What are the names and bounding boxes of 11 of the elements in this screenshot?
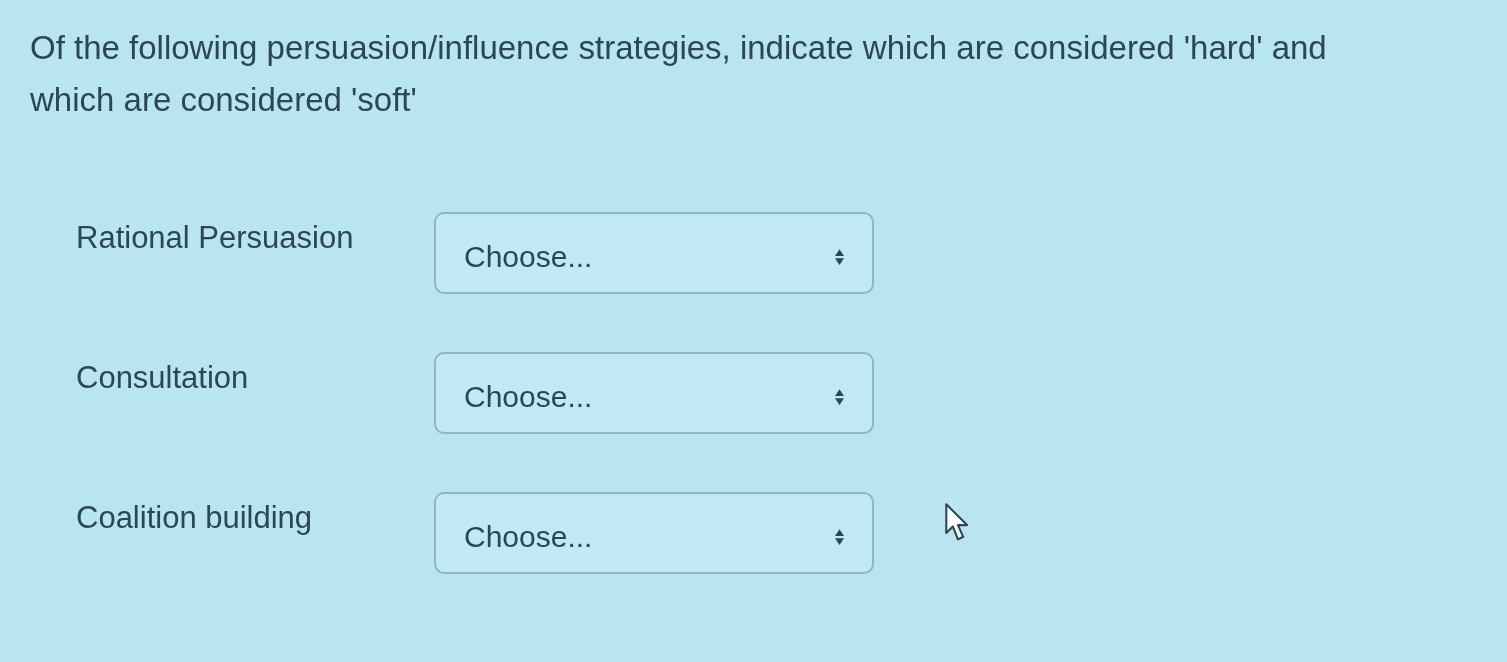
up-down-caret-icon — [835, 529, 844, 545]
up-down-caret-icon — [835, 249, 844, 265]
mouse-pointer-icon — [945, 503, 971, 542]
question-item-label: Consultation — [76, 359, 250, 397]
question-item-label: Coalition building — [76, 499, 314, 537]
answer-dropdown[interactable]: Choose... — [434, 352, 874, 434]
answer-dropdown[interactable]: Choose... — [434, 212, 874, 294]
up-down-caret-icon — [835, 389, 844, 405]
question-item-label: Rational Persuasion — [76, 219, 355, 257]
question-text: Of the following persuasion/influence strategies, indicate which are considered 'hard' and which are considered 'soft' — [30, 28, 1328, 120]
answer-dropdown[interactable]: Choose... — [434, 492, 874, 574]
